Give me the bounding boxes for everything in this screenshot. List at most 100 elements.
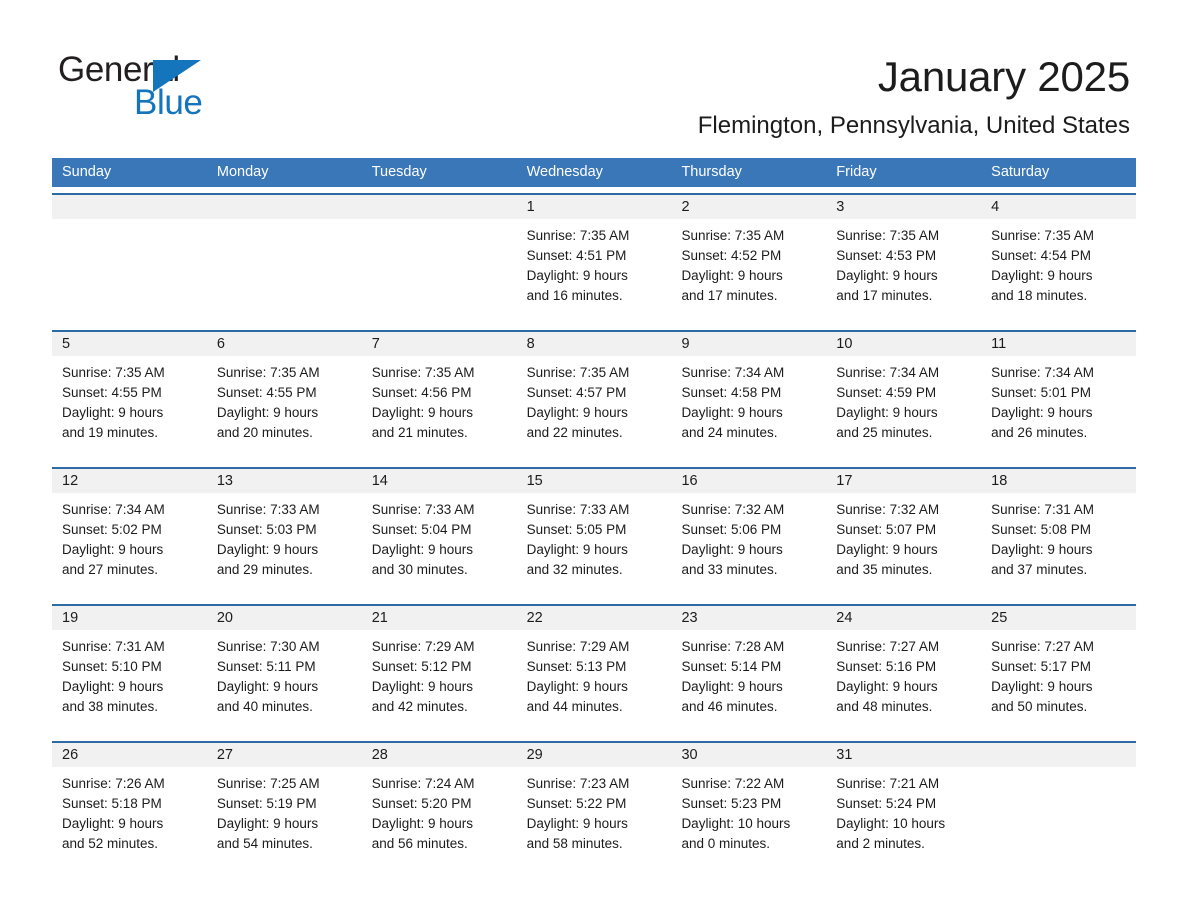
daylight-text-line1: Daylight: 9 hours bbox=[526, 405, 628, 420]
day-cell[interactable]: 25 Sunrise: 7:27 AM Sunset: 5:17 PM Dayl… bbox=[981, 606, 1137, 735]
daylight-text-line2: and 20 minutes. bbox=[216, 425, 313, 440]
day-cell[interactable]: 15 Sunrise: 7:33 AM Sunset: 5:05 PM Dayl… bbox=[516, 469, 672, 598]
sunrise-text: Sunrise: 7:24 AM bbox=[371, 776, 475, 791]
day-number: 24 bbox=[826, 606, 982, 630]
daylight-text-line1: Daylight: 9 hours bbox=[371, 542, 474, 557]
calendar-week-row: 26 Sunrise: 7:26 AM Sunset: 5:18 PM Dayl… bbox=[52, 741, 1137, 872]
day-cell[interactable]: 18 Sunrise: 7:31 AM Sunset: 5:08 PM Dayl… bbox=[981, 469, 1137, 598]
day-cell[interactable] bbox=[361, 195, 517, 324]
daylight-text-line1: Daylight: 10 hours bbox=[836, 816, 946, 831]
day-cell[interactable]: 10 Sunrise: 7:34 AM Sunset: 4:59 PM Dayl… bbox=[826, 332, 982, 461]
day-details: Sunrise: 7:35 AM Sunset: 4:54 PM Dayligh… bbox=[981, 219, 1136, 306]
day-cell[interactable]: 2 Sunrise: 7:35 AM Sunset: 4:52 PM Dayli… bbox=[671, 195, 827, 324]
location-subtitle: Flemington, Pennsylvania, United States bbox=[697, 112, 1130, 139]
day-number: 10 bbox=[826, 332, 982, 356]
day-cell[interactable]: 26 Sunrise: 7:26 AM Sunset: 5:18 PM Dayl… bbox=[52, 743, 207, 872]
day-number: 27 bbox=[206, 743, 362, 767]
daylight-text-line2: and 17 minutes. bbox=[681, 288, 778, 303]
sunrise-text: Sunrise: 7:21 AM bbox=[836, 776, 940, 791]
sunset-text: Sunset: 5:13 PM bbox=[526, 659, 627, 674]
day-details: Sunrise: 7:22 AM Sunset: 5:23 PM Dayligh… bbox=[671, 767, 826, 854]
page-title: January 2025 bbox=[877, 53, 1130, 100]
daylight-text-line1: Daylight: 9 hours bbox=[216, 816, 319, 831]
day-number: 14 bbox=[361, 469, 517, 493]
day-number: 16 bbox=[671, 469, 827, 493]
daylight-text-line2: and 22 minutes. bbox=[526, 425, 623, 440]
daylight-text-line2: and 30 minutes. bbox=[371, 562, 468, 577]
day-cell[interactable]: 30 Sunrise: 7:22 AM Sunset: 5:23 PM Dayl… bbox=[671, 743, 827, 872]
daylight-text-line2: and 48 minutes. bbox=[836, 699, 933, 714]
daylight-text-line2: and 58 minutes. bbox=[526, 836, 623, 851]
daylight-text-line2: and 16 minutes. bbox=[526, 288, 623, 303]
day-cell[interactable]: 23 Sunrise: 7:28 AM Sunset: 5:14 PM Dayl… bbox=[671, 606, 827, 735]
day-cell[interactable]: 12 Sunrise: 7:34 AM Sunset: 5:02 PM Dayl… bbox=[52, 469, 207, 598]
day-cell[interactable] bbox=[52, 195, 207, 324]
daylight-text-line1: Daylight: 9 hours bbox=[526, 268, 628, 283]
day-details: Sunrise: 7:28 AM Sunset: 5:14 PM Dayligh… bbox=[671, 630, 826, 717]
day-cell[interactable]: 14 Sunrise: 7:33 AM Sunset: 5:04 PM Dayl… bbox=[361, 469, 517, 598]
day-cell[interactable]: 13 Sunrise: 7:33 AM Sunset: 5:03 PM Dayl… bbox=[206, 469, 362, 598]
sunrise-text: Sunrise: 7:23 AM bbox=[526, 776, 630, 791]
sunrise-text: Sunrise: 7:35 AM bbox=[526, 365, 630, 380]
day-details: Sunrise: 7:34 AM Sunset: 5:01 PM Dayligh… bbox=[981, 356, 1136, 443]
calendar-page: General Blue January 2025 Flemington, Pe… bbox=[0, 0, 1188, 918]
sunset-text: Sunset: 5:11 PM bbox=[216, 659, 316, 674]
sunset-text: Sunset: 4:53 PM bbox=[836, 248, 937, 263]
day-cell[interactable]: 19 Sunrise: 7:31 AM Sunset: 5:10 PM Dayl… bbox=[52, 606, 207, 735]
title-block: January 2025 Flemington, Pennsylvania, U… bbox=[698, 52, 1130, 140]
sunset-text: Sunset: 4:57 PM bbox=[526, 385, 627, 400]
daylight-text-line1: Daylight: 9 hours bbox=[836, 405, 938, 420]
day-cell[interactable]: 5 Sunrise: 7:35 AM Sunset: 4:55 PM Dayli… bbox=[52, 332, 207, 461]
day-cell[interactable] bbox=[206, 195, 362, 324]
sunset-text: Sunset: 4:55 PM bbox=[216, 385, 317, 400]
day-number: 22 bbox=[516, 606, 672, 630]
day-details: Sunrise: 7:27 AM Sunset: 5:17 PM Dayligh… bbox=[981, 630, 1136, 717]
day-cell[interactable]: 28 Sunrise: 7:24 AM Sunset: 5:20 PM Dayl… bbox=[361, 743, 517, 872]
daylight-text-line2: and 40 minutes. bbox=[216, 699, 313, 714]
day-cell[interactable]: 8 Sunrise: 7:35 AM Sunset: 4:57 PM Dayli… bbox=[516, 332, 672, 461]
daylight-text-line1: Daylight: 9 hours bbox=[991, 268, 1093, 283]
sunrise-text: Sunrise: 7:35 AM bbox=[62, 365, 165, 380]
daylight-text-line2: and 21 minutes. bbox=[371, 425, 468, 440]
day-cell[interactable] bbox=[981, 743, 1137, 872]
day-cell[interactable]: 27 Sunrise: 7:25 AM Sunset: 5:19 PM Dayl… bbox=[206, 743, 362, 872]
day-cell[interactable]: 11 Sunrise: 7:34 AM Sunset: 5:01 PM Dayl… bbox=[981, 332, 1137, 461]
sunset-text: Sunset: 5:17 PM bbox=[991, 659, 1091, 674]
day-number: 23 bbox=[671, 606, 827, 630]
daylight-text-line2: and 56 minutes. bbox=[371, 836, 468, 851]
page-header: General Blue January 2025 Flemington, Pe… bbox=[0, 0, 1188, 158]
day-cell[interactable]: 24 Sunrise: 7:27 AM Sunset: 5:16 PM Dayl… bbox=[826, 606, 982, 735]
day-cell[interactable]: 16 Sunrise: 7:32 AM Sunset: 5:06 PM Dayl… bbox=[671, 469, 827, 598]
day-cell[interactable]: 22 Sunrise: 7:29 AM Sunset: 5:13 PM Dayl… bbox=[516, 606, 672, 735]
day-cell[interactable]: 4 Sunrise: 7:35 AM Sunset: 4:54 PM Dayli… bbox=[981, 195, 1137, 324]
day-details: Sunrise: 7:26 AM Sunset: 5:18 PM Dayligh… bbox=[52, 767, 207, 854]
sunrise-text: Sunrise: 7:32 AM bbox=[836, 502, 940, 517]
sunrise-text: Sunrise: 7:33 AM bbox=[526, 502, 630, 517]
day-details: Sunrise: 7:30 AM Sunset: 5:11 PM Dayligh… bbox=[207, 630, 362, 717]
day-details: Sunrise: 7:33 AM Sunset: 5:03 PM Dayligh… bbox=[207, 493, 362, 580]
sunrise-text: Sunrise: 7:27 AM bbox=[991, 639, 1094, 654]
sunset-text: Sunset: 5:12 PM bbox=[371, 659, 472, 674]
day-cell[interactable]: 7 Sunrise: 7:35 AM Sunset: 4:56 PM Dayli… bbox=[361, 332, 517, 461]
day-cell[interactable]: 17 Sunrise: 7:32 AM Sunset: 5:07 PM Dayl… bbox=[826, 469, 982, 598]
day-cell[interactable]: 6 Sunrise: 7:35 AM Sunset: 4:55 PM Dayli… bbox=[206, 332, 362, 461]
day-cell[interactable]: 9 Sunrise: 7:34 AM Sunset: 4:58 PM Dayli… bbox=[671, 332, 827, 461]
daylight-text-line2: and 18 minutes. bbox=[991, 288, 1088, 303]
sunset-text: Sunset: 5:24 PM bbox=[836, 796, 937, 811]
day-cell[interactable]: 21 Sunrise: 7:29 AM Sunset: 5:12 PM Dayl… bbox=[361, 606, 517, 735]
day-cell[interactable]: 31 Sunrise: 7:21 AM Sunset: 5:24 PM Dayl… bbox=[826, 743, 982, 872]
day-number: 21 bbox=[361, 606, 517, 630]
day-cell[interactable]: 3 Sunrise: 7:35 AM Sunset: 4:53 PM Dayli… bbox=[826, 195, 982, 324]
sunrise-text: Sunrise: 7:30 AM bbox=[216, 639, 320, 654]
sunrise-text: Sunrise: 7:25 AM bbox=[216, 776, 320, 791]
day-cell[interactable]: 29 Sunrise: 7:23 AM Sunset: 5:22 PM Dayl… bbox=[516, 743, 672, 872]
day-cell[interactable]: 1 Sunrise: 7:35 AM Sunset: 4:51 PM Dayli… bbox=[516, 195, 672, 324]
daylight-text-line1: Daylight: 9 hours bbox=[681, 542, 783, 557]
day-cell[interactable]: 20 Sunrise: 7:30 AM Sunset: 5:11 PM Dayl… bbox=[206, 606, 362, 735]
daylight-text-line2: and 25 minutes. bbox=[836, 425, 933, 440]
sunrise-text: Sunrise: 7:33 AM bbox=[216, 502, 320, 517]
day-number: 26 bbox=[52, 743, 207, 767]
dow-saturday: Saturday bbox=[991, 164, 1050, 180]
sunset-text: Sunset: 4:58 PM bbox=[681, 385, 782, 400]
sunset-text: Sunset: 5:16 PM bbox=[836, 659, 937, 674]
